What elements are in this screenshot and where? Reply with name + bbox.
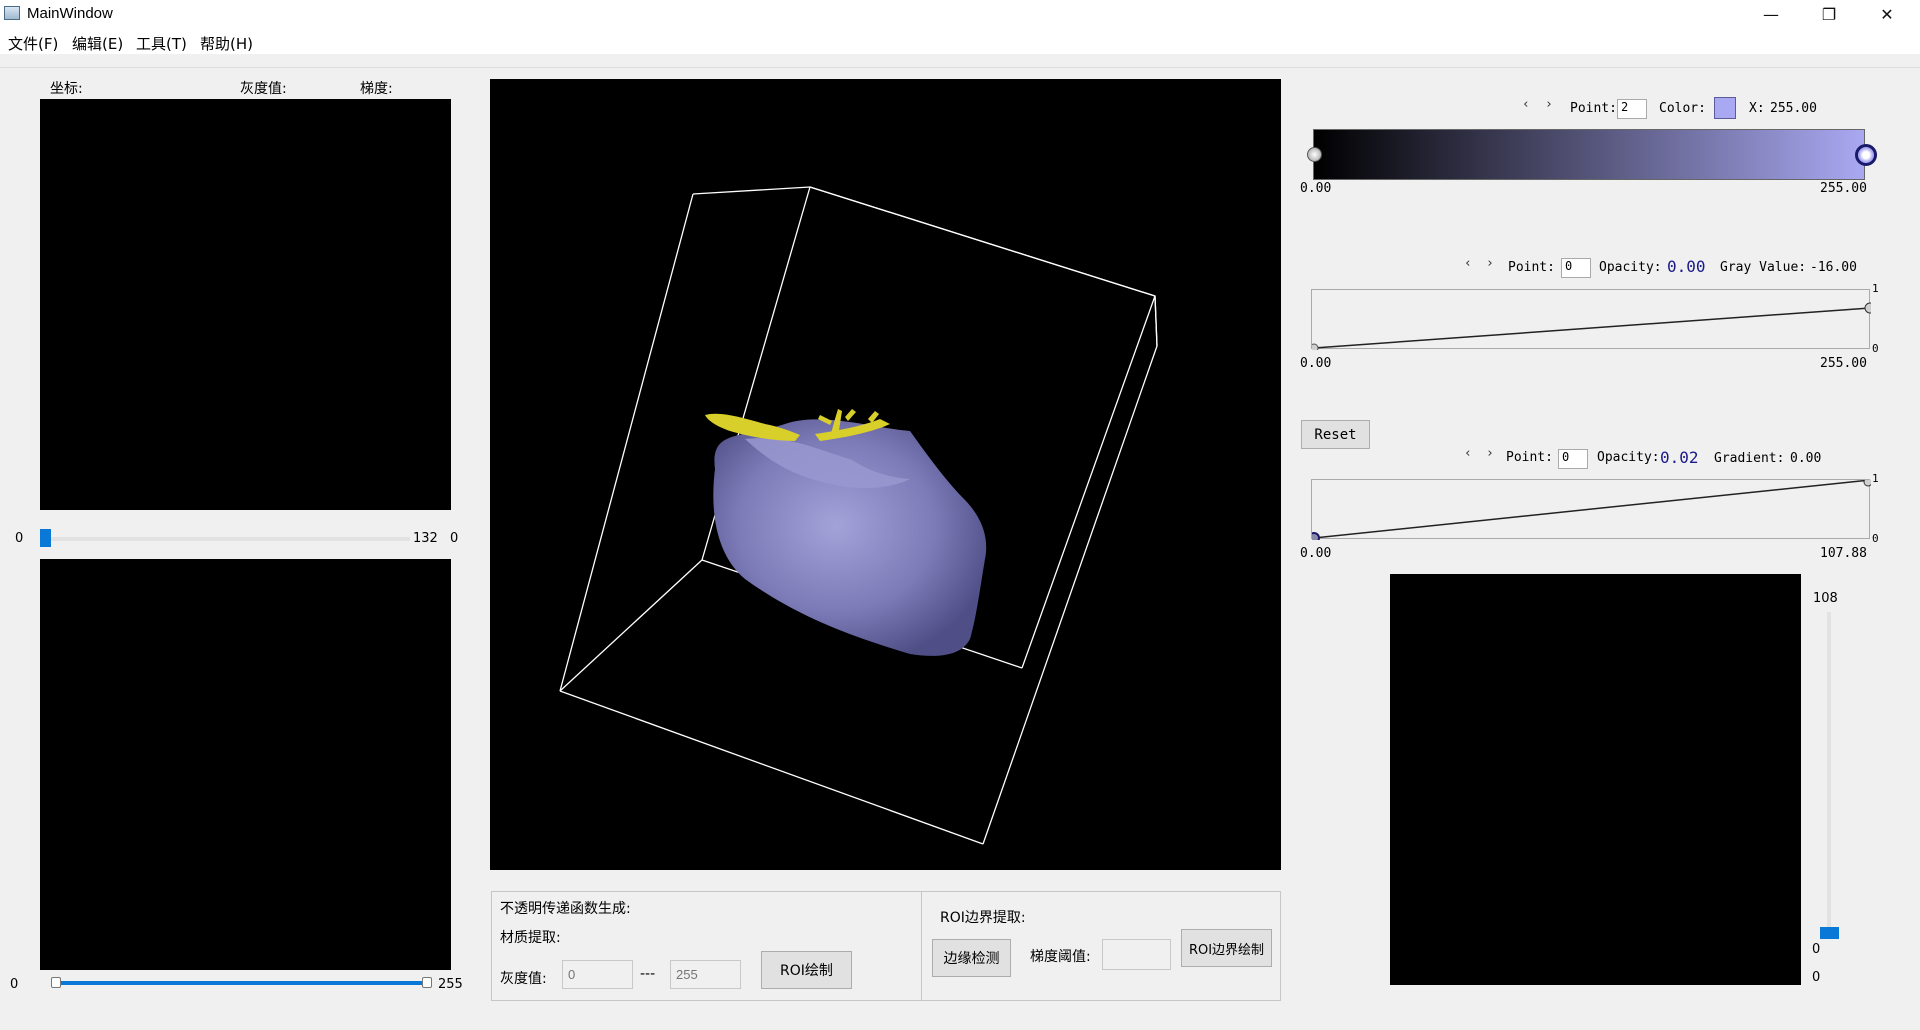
gradient-opacity-label: Opacity: bbox=[1597, 450, 1660, 465]
color-min-label: 0.00 bbox=[1300, 181, 1332, 196]
grad-threshold-input[interactable] bbox=[1102, 939, 1171, 970]
menu-edit[interactable]: 编辑(E) bbox=[72, 33, 123, 54]
color-label: Color: bbox=[1659, 101, 1706, 116]
opacity-value: 0.00 bbox=[1667, 257, 1706, 276]
gray-value-field-label: Gray Value: bbox=[1720, 260, 1807, 275]
scalar-opacity-point-0[interactable] bbox=[1309, 343, 1319, 353]
color-gradient-bar[interactable] bbox=[1313, 129, 1865, 180]
gradient-opacity-top-tick: 1 bbox=[1872, 472, 1879, 485]
gray-value-field-value: -16.00 bbox=[1810, 260, 1857, 275]
volume-render-canvas bbox=[559, 186, 1158, 845]
roi-boundary-title: ROI边界提取: bbox=[940, 910, 1026, 926]
gradient-opacity-bottom-tick: 0 bbox=[1872, 532, 1879, 545]
scalar-opacity-max-label: 255.00 bbox=[1820, 356, 1867, 371]
gradient-value-label: Gradient: bbox=[1714, 451, 1785, 466]
gradient-point-label: Point: bbox=[1506, 450, 1553, 465]
right-slider-handle[interactable] bbox=[1820, 927, 1839, 939]
maximize-button[interactable]: ❐ bbox=[1800, 0, 1858, 29]
range-slider-max: 255 bbox=[438, 977, 463, 992]
color-x-label: X: bbox=[1749, 101, 1765, 116]
volume-render-view[interactable] bbox=[490, 79, 1281, 870]
second-slice-view[interactable] bbox=[40, 559, 451, 970]
gradient-label: 梯度: bbox=[360, 81, 393, 97]
gradient-point-input[interactable]: 0 bbox=[1558, 449, 1588, 469]
gradient-prev-point-icon[interactable]: ‹ bbox=[1464, 446, 1472, 461]
toolbar-separator bbox=[0, 55, 1920, 68]
color-point-input[interactable]: 2 bbox=[1617, 99, 1647, 119]
color-point-2-handle[interactable] bbox=[1855, 144, 1877, 166]
menu-file[interactable]: 文件(F) bbox=[8, 33, 58, 54]
app-icon bbox=[4, 6, 20, 20]
color-swatch[interactable] bbox=[1714, 97, 1736, 119]
color-next-point-icon[interactable]: › bbox=[1545, 97, 1553, 112]
menu-help[interactable]: 帮助(H) bbox=[200, 33, 253, 54]
gray-range-dash: --- bbox=[640, 966, 656, 982]
slice-slider-handle[interactable] bbox=[40, 529, 51, 547]
reset-button[interactable]: Reset bbox=[1301, 420, 1370, 449]
range-slider-high-handle[interactable] bbox=[422, 977, 432, 988]
opacity-label: Opacity: bbox=[1599, 260, 1662, 275]
window-title: MainWindow bbox=[27, 5, 113, 22]
slice-slider-right: 0 bbox=[450, 531, 459, 546]
gray-range-label: 灰度值: bbox=[500, 971, 547, 987]
color-max-label: 255.00 bbox=[1820, 181, 1867, 196]
menu-tools[interactable]: 工具(T) bbox=[136, 33, 187, 54]
close-button[interactable]: ✕ bbox=[1858, 0, 1916, 29]
roi-draw-button[interactable]: ROI绘制 bbox=[761, 951, 852, 989]
gray-min-input[interactable] bbox=[562, 960, 633, 989]
material-extract-label: 材质提取: bbox=[500, 930, 561, 946]
gray-max-input[interactable] bbox=[670, 960, 741, 989]
gradient-next-point-icon[interactable]: › bbox=[1486, 446, 1494, 461]
right-slider-value: 0 bbox=[1812, 942, 1821, 957]
roi-boundary-draw-button[interactable]: ROI边界绘制 bbox=[1181, 929, 1272, 967]
gradient-opacity-min-label: 0.00 bbox=[1300, 546, 1332, 561]
coord-label: 坐标: bbox=[50, 81, 83, 97]
gradient-opacity-point-1[interactable] bbox=[1863, 477, 1873, 487]
opacity-next-point-icon[interactable]: › bbox=[1486, 256, 1494, 271]
roi-preview-view[interactable] bbox=[1390, 574, 1801, 985]
range-slider-min: 0 bbox=[10, 977, 19, 992]
gradient-opacity-point-0[interactable] bbox=[1308, 532, 1320, 544]
gradient-opacity-max-label: 107.88 bbox=[1820, 546, 1867, 561]
scalar-opacity-min-label: 0.00 bbox=[1300, 356, 1332, 371]
slice-slider-value: 132 bbox=[413, 531, 438, 546]
scalar-opacity-point-1[interactable] bbox=[1864, 302, 1876, 314]
gradient-opacity-plot[interactable] bbox=[1308, 477, 1873, 544]
scalar-opacity-curve bbox=[1309, 302, 1876, 353]
color-point-label: Point: bbox=[1570, 101, 1617, 116]
color-x-value: 255.00 bbox=[1770, 101, 1817, 116]
volume-surface bbox=[713, 419, 987, 656]
scalar-opacity-plot[interactable] bbox=[1309, 289, 1876, 353]
color-prev-point-icon[interactable]: ‹ bbox=[1522, 97, 1530, 112]
right-slider-track[interactable] bbox=[1827, 612, 1831, 938]
title-bar bbox=[0, 0, 1920, 29]
menu-bar bbox=[0, 29, 1920, 54]
opacity-point-label: Point: bbox=[1508, 260, 1555, 275]
gradient-opacity-value: 0.02 bbox=[1660, 448, 1699, 467]
color-point-0-handle[interactable] bbox=[1307, 147, 1322, 162]
scalar-opacity-bottom-tick: 0 bbox=[1872, 342, 1879, 355]
opacity-point-input[interactable]: 0 bbox=[1561, 258, 1591, 278]
slice-view[interactable] bbox=[40, 99, 451, 510]
scalar-opacity-top-tick: 1 bbox=[1872, 282, 1879, 295]
gradient-opacity-curve bbox=[1308, 477, 1873, 544]
opacity-tf-title: 不透明传递函数生成: bbox=[500, 901, 631, 917]
minimize-button[interactable]: — bbox=[1742, 0, 1800, 29]
opacity-prev-point-icon[interactable]: ‹ bbox=[1464, 256, 1472, 271]
gradient-value: 0.00 bbox=[1790, 451, 1822, 466]
gray-value-label: 灰度值: bbox=[240, 81, 287, 97]
slice-slider-min: 0 bbox=[15, 531, 24, 546]
right-slider-bottom-label: 0 bbox=[1812, 970, 1821, 985]
right-slider-top-label: 108 bbox=[1813, 591, 1838, 606]
slice-slider-track[interactable] bbox=[40, 537, 410, 541]
range-slider-track[interactable] bbox=[56, 981, 428, 985]
grad-threshold-label: 梯度阈值: bbox=[1030, 949, 1091, 965]
edge-detect-button[interactable]: 边缘检测 bbox=[932, 939, 1011, 977]
range-slider-low-handle[interactable] bbox=[51, 977, 61, 988]
